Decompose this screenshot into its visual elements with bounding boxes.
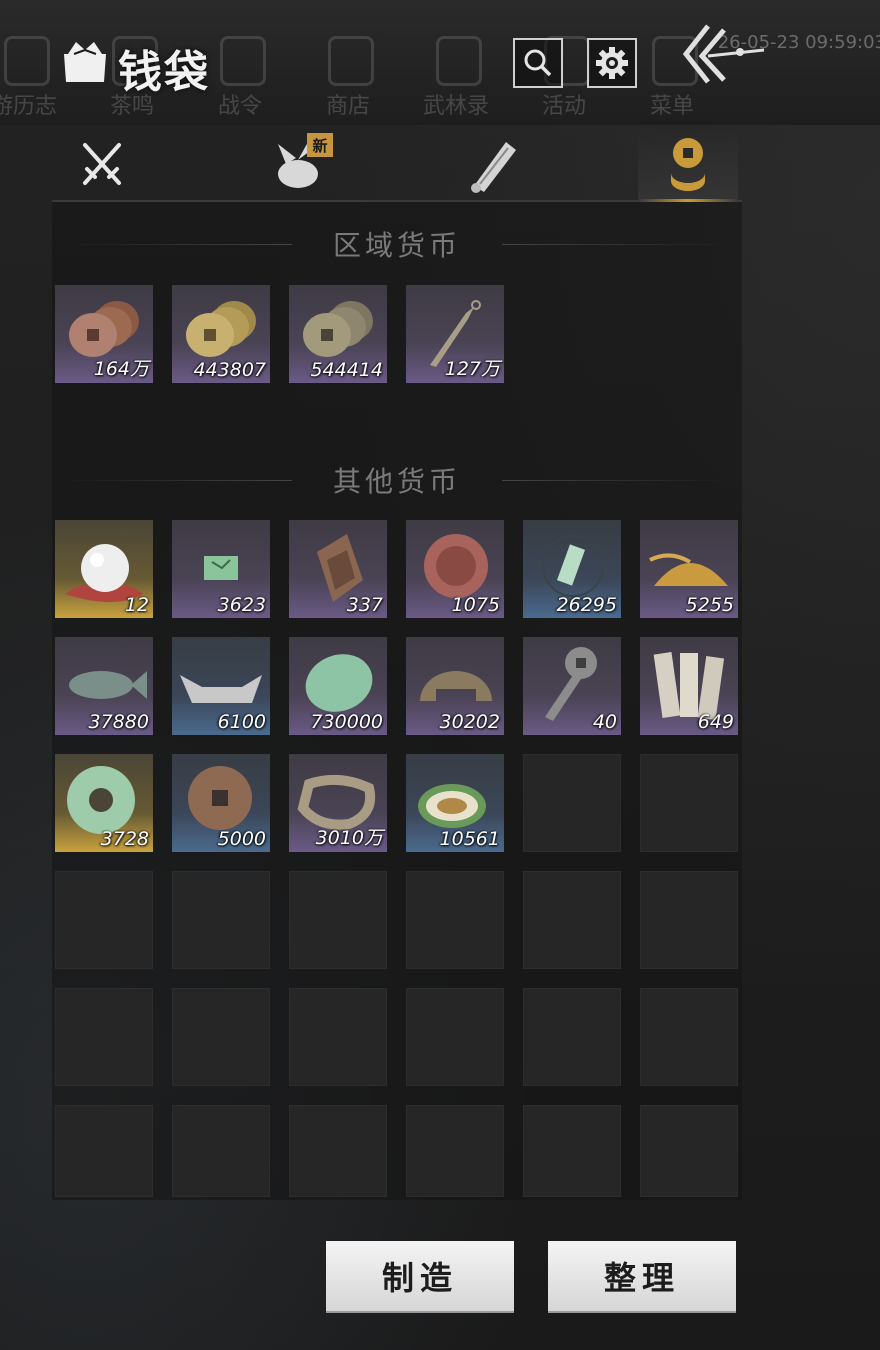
empty-slot [523,1105,621,1197]
empty-slot [172,1105,270,1197]
item-quantity: 544414 [310,359,383,381]
category-tabs: 新 [52,128,742,202]
item-quantity: 443807 [193,359,266,381]
tab-bundles[interactable] [248,128,348,200]
back-arrow-icon[interactable] [680,20,770,90]
craft-button[interactable]: 制造 [326,1241,514,1311]
item-slot[interactable]: 3623 [172,520,270,618]
empty-slot [523,988,621,1086]
item-quantity: 164万 [93,358,149,380]
crossed-swords-icon [83,143,121,185]
search-button[interactable] [513,38,563,88]
item-slot[interactable]: 1075 [406,520,504,618]
tab-scrolls[interactable] [444,128,544,200]
empty-slot [172,988,270,1086]
item-quantity: 10561 [439,828,500,850]
item-quantity: 37880 [88,711,149,733]
item-slot[interactable]: 10561 [406,754,504,852]
item-slot[interactable]: 3728 [55,754,153,852]
item-quantity: 12 [124,594,149,616]
empty-slot [640,871,738,969]
item-slot[interactable]: 544414 [289,285,387,383]
panel-backdrop [52,200,742,1200]
item-slot[interactable]: 26295 [523,520,621,618]
item-slot[interactable]: 730000 [289,637,387,735]
empty-slot [172,871,270,969]
item-slot[interactable]: 164万 [55,285,153,383]
empty-slot [523,754,621,852]
item-quantity: 127万 [444,358,500,380]
item-quantity: 730000 [310,711,383,733]
empty-slot [289,871,387,969]
item-slot[interactable]: 12 [55,520,153,618]
item-slot[interactable]: 5255 [640,520,738,618]
money-bag-panel: 钱袋 新 区域货币 164万 443807 544414 127万 其他货币 1… [0,0,880,1350]
section-title-regional: 区域货币 [52,224,742,264]
sort-button[interactable]: 整理 [548,1241,736,1311]
empty-slot [523,871,621,969]
item-quantity: 26295 [556,594,617,616]
item-quantity: 40 [592,711,617,733]
search-icon [524,49,552,77]
item-slot[interactable]: 40 [523,637,621,735]
item-slot[interactable]: 127万 [406,285,504,383]
item-quantity: 30202 [439,711,500,733]
item-quantity: 6100 [217,711,266,733]
empty-slot [406,988,504,1086]
empty-slot [55,871,153,969]
empty-slot [406,1105,504,1197]
item-quantity: 1075 [451,594,500,616]
item-slot[interactable]: 37880 [55,637,153,735]
scroll-icon [471,142,516,193]
empty-slot [640,1105,738,1197]
page-title: 钱袋 [118,47,210,98]
item-slot[interactable]: 6100 [172,637,270,735]
empty-slot [55,1105,153,1197]
new-badge: 新 [307,133,333,157]
item-quantity: 337 [346,594,383,616]
coin-stack-icon [671,138,705,191]
tab-weapons[interactable] [52,128,152,200]
empty-slot [640,754,738,852]
item-quantity: 3728 [100,828,149,850]
settings-button[interactable] [587,38,637,88]
empty-slot [289,1105,387,1197]
item-slot[interactable]: 443807 [172,285,270,383]
item-quantity: 5255 [685,594,734,616]
empty-slot [289,988,387,1086]
item-slot[interactable]: 3010万 [289,754,387,852]
item-slot[interactable]: 5000 [172,754,270,852]
item-quantity: 3010万 [315,827,383,849]
item-slot[interactable]: 649 [640,637,738,735]
item-quantity: 649 [697,711,734,733]
gear-icon [596,47,628,79]
item-quantity: 5000 [217,828,266,850]
empty-slot [406,871,504,969]
section-title-other: 其他货币 [52,460,742,500]
item-quantity: 3623 [217,594,266,616]
item-slot[interactable]: 337 [289,520,387,618]
money-bag-icon [64,42,106,82]
empty-slot [55,988,153,1086]
empty-slot [640,988,738,1086]
item-slot[interactable]: 30202 [406,637,504,735]
tab-currency[interactable] [638,128,738,202]
